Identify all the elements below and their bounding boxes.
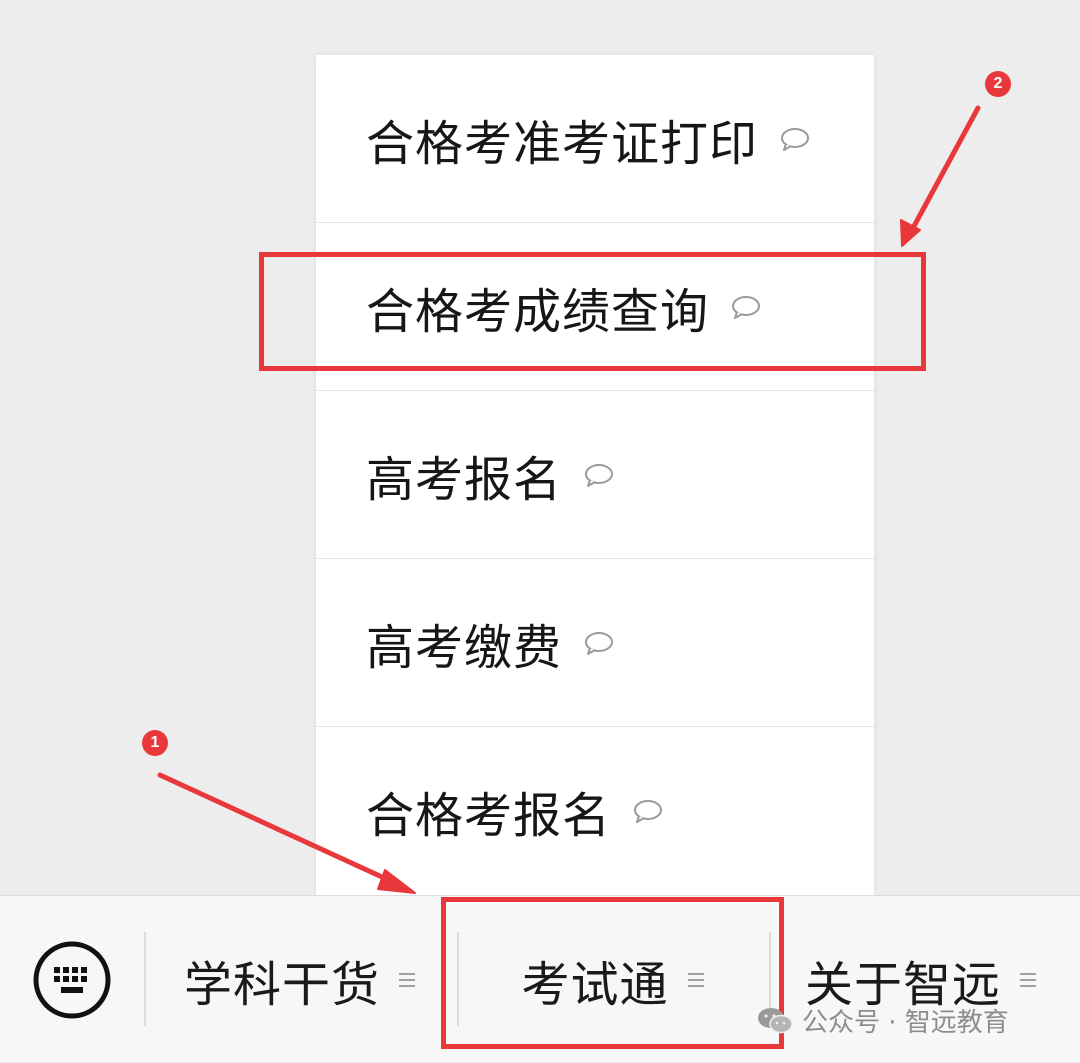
tab-subject-resources[interactable]: 学科干货 [150,896,450,1063]
menu-lines-icon [687,972,704,987]
divider [144,932,146,1026]
menu-item-label: 合格考成绩查询 [366,283,710,340]
menu-item-qualification-registration[interactable]: 合格考报名 [316,727,874,895]
menu-item-label: 高考缴费 [366,619,563,676]
arrowhead-2 [900,219,921,247]
tab-label: 考试通 [521,956,669,1013]
menu-item-score-query[interactable]: 合格考成绩查询 [316,223,874,391]
menu-item-label: 合格考报名 [366,788,612,844]
arrow-line-2 [910,105,981,231]
keyboard-icon[interactable] [32,940,112,1020]
chat-bubble-icon [732,295,761,319]
menu-item-gaokao-payment[interactable]: 高考缴费 [316,559,874,727]
menu-item-label: 高考报名 [366,451,563,508]
chat-bubble-icon [585,631,614,655]
chat-bubble-icon [585,463,614,487]
menu-item-admission-ticket-print[interactable]: 合格考准考证打印 [316,55,874,223]
watermark-text: 公众号 · 智远教育 [802,1007,1009,1038]
tab-exam-pass[interactable]: 考试通 [459,896,767,1063]
menu-lines-icon [399,972,415,987]
step-badge-1: 1 [142,730,168,756]
menu-item-gaokao-registration[interactable]: 高考报名 [316,391,874,559]
submenu-popup: 合格考准考证打印 合格考成绩查询 高考报名 高考缴费 合格考报名 [316,55,874,895]
tab-label: 学科干货 [183,956,380,1013]
chat-bubble-icon [634,800,663,823]
chat-bubble-icon [781,127,810,151]
watermark: 公众号 · 智远教育 [756,1002,1009,1038]
menu-lines-icon [1020,972,1036,987]
step-badge-2: 2 [985,71,1011,97]
wechat-icon [758,1008,793,1034]
menu-item-label: 合格考准考证打印 [366,115,759,172]
